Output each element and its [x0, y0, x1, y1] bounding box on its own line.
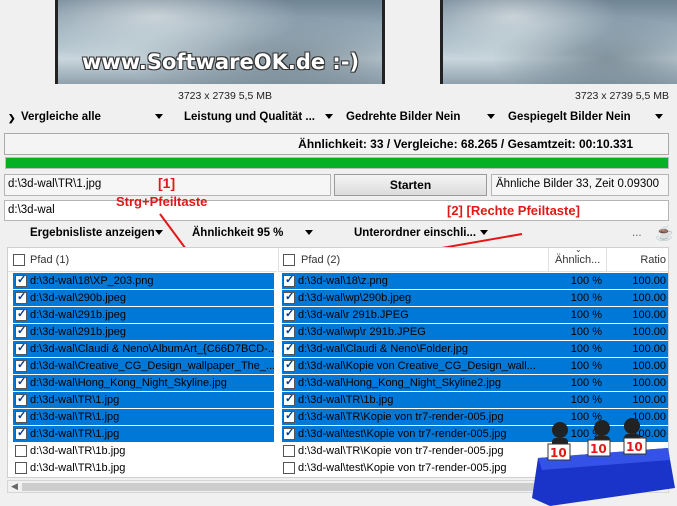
row-checkbox-1[interactable] — [15, 358, 27, 372]
svg-text:10: 10 — [550, 446, 567, 460]
path1-cell: d:\3d-wal\290b.jpeg — [30, 292, 127, 304]
path1-cell: d:\3d-wal\Creative_CG_Design_wallpaper_T… — [30, 360, 274, 372]
sort-arrow-icon: ⌄ — [575, 247, 582, 254]
path1-cell: d:\3d-wal\TR\1.jpg — [30, 394, 120, 406]
path1-cell: d:\3d-wal\18\XP_203.png — [30, 275, 154, 287]
path1-cell: d:\3d-wal\291b.jpeg — [30, 309, 127, 321]
ratio-cell: 100.00 — [632, 309, 666, 321]
similarity-cell: 100 % — [570, 394, 602, 406]
similarity-cell: 100 % — [570, 275, 602, 287]
row-checkbox-2[interactable] — [283, 307, 295, 321]
row-checkbox-2[interactable] — [283, 358, 295, 372]
row-checkbox-1[interactable] — [15, 426, 27, 440]
table-row[interactable]: d:\3d-wal\18\XP_203.png d:\3d-wal\18\z.pn… — [8, 273, 668, 290]
ratio-cell: 100.00 — [632, 275, 666, 287]
path2-cell: d:\3d-wal\18\z.png — [298, 275, 388, 287]
select-all-checkbox-1[interactable] — [13, 254, 25, 266]
scrollbar-thumb[interactable] — [22, 483, 562, 491]
row-checkbox-1[interactable] — [15, 462, 27, 474]
table-row[interactable]: d:\3d-wal\290b.jpeg d:\3d-wal\wp\290b.jpe… — [8, 290, 668, 307]
path1-cell: d:\3d-wal\TR\1.jpg — [30, 411, 120, 423]
path2-cell: d:\3d-wal\wp\r 291b.JPEG — [298, 326, 426, 338]
row-checkbox-2[interactable] — [283, 324, 295, 338]
row-checkbox-2[interactable] — [283, 290, 295, 304]
path1-cell: d:\3d-wal\Claudi & Neno\AlbumArt_{C66D7B… — [30, 343, 274, 355]
similarity-cell: 100 % — [570, 377, 602, 389]
similarity-cell: 100 % — [570, 326, 602, 338]
row-checkbox-2[interactable] — [283, 462, 295, 474]
mascot-logo: 10 10 10 — [532, 418, 675, 506]
similarity-cell: 100 % — [570, 292, 602, 304]
row-checkbox-2[interactable] — [283, 426, 295, 440]
svg-text:10: 10 — [626, 440, 643, 454]
select-all-checkbox-2[interactable] — [283, 254, 295, 266]
ratio-cell: 100.00 — [632, 292, 666, 304]
column-header-similarity[interactable]: Ähnlich... ⌄ — [548, 248, 606, 272]
table-row[interactable]: d:\3d-wal\TR\1.jpg d:\3d-wal\TR\1b.jpg 100… — [8, 392, 668, 409]
path2-cell: d:\3d-wal\r 291b.JPEG — [298, 309, 409, 321]
path2-cell: d:\3d-wal\Hong_Kong_Night_Skyline2.jpg — [298, 377, 502, 389]
path2-cell: d:\3d-wal\test\Kopie von tr7-render-005.… — [298, 462, 507, 474]
column-header-ratio[interactable]: Ratio — [606, 248, 668, 272]
row-checkbox-1[interactable] — [15, 324, 27, 338]
path2-cell: d:\3d-wal\test\Kopie von tr7-render-005.… — [298, 428, 507, 440]
table-row[interactable]: d:\3d-wal\Hong_Kong_Night_Skyline.jpg d:\… — [8, 375, 668, 392]
ratio-cell: 100.00 — [632, 377, 666, 389]
path1-cell: d:\3d-wal\TR\1b.jpg — [30, 462, 126, 474]
path1-cell: d:\3d-wal\TR\1b.jpg — [30, 445, 126, 457]
ratio-cell: 100.00 — [632, 343, 666, 355]
path1-cell: d:\3d-wal\291b.jpeg — [30, 326, 127, 338]
path2-cell: d:\3d-wal\Claudi & Neno\Folder.jpg — [298, 343, 468, 355]
row-checkbox-2[interactable] — [283, 273, 295, 287]
row-checkbox-2[interactable] — [283, 341, 295, 355]
table-row[interactable]: d:\3d-wal\291b.jpeg d:\3d-wal\wp\r 291b.J… — [8, 324, 668, 341]
path2-cell: d:\3d-wal\TR\Kopie von tr7-render-005.jp… — [298, 445, 504, 457]
similarity-cell: 100 % — [570, 360, 602, 372]
path2-cell: d:\3d-wal\Kopie von Creative_CG_Design_w… — [298, 360, 536, 372]
ratio-cell: 100.00 — [632, 326, 666, 338]
column-header-path1[interactable]: Pfad (1) — [8, 248, 277, 272]
row-checkbox-1[interactable] — [15, 445, 27, 457]
row-checkbox-2[interactable] — [283, 409, 295, 423]
scroll-left-icon[interactable]: ◀ — [11, 481, 18, 492]
row-checkbox-1[interactable] — [15, 273, 27, 287]
ratio-cell: 100.00 — [632, 360, 666, 372]
path1-cell: d:\3d-wal\TR\1.jpg — [30, 428, 120, 440]
row-checkbox-2[interactable] — [283, 375, 295, 389]
similarity-cell: 100 % — [570, 343, 602, 355]
path2-cell: d:\3d-wal\TR\1b.jpg — [298, 394, 394, 406]
row-checkbox-1[interactable] — [15, 341, 27, 355]
column-header-path2[interactable]: Pfad (2) — [278, 248, 548, 272]
svg-text:10: 10 — [590, 442, 607, 456]
row-checkbox-1[interactable] — [15, 375, 27, 389]
row-checkbox-1[interactable] — [15, 307, 27, 321]
path2-cell: d:\3d-wal\wp\290b.jpeg — [298, 292, 412, 304]
row-checkbox-2[interactable] — [283, 392, 295, 406]
path2-cell: d:\3d-wal\TR\Kopie von tr7-render-005.jp… — [298, 411, 504, 423]
row-checkbox-1[interactable] — [15, 392, 27, 406]
path1-cell: d:\3d-wal\Hong_Kong_Night_Skyline.jpg — [30, 377, 227, 389]
table-row[interactable]: d:\3d-wal\Claudi & Neno\AlbumArt_{C66D7B… — [8, 341, 668, 358]
row-checkbox-1[interactable] — [15, 409, 27, 423]
ratio-cell: 100.00 — [632, 394, 666, 406]
row-checkbox-1[interactable] — [15, 290, 27, 304]
table-row[interactable]: d:\3d-wal\291b.jpeg d:\3d-wal\r 291b.JPEG… — [8, 307, 668, 324]
table-row[interactable]: d:\3d-wal\Creative_CG_Design_wallpaper_T… — [8, 358, 668, 375]
row-checkbox-2[interactable] — [283, 445, 295, 457]
similarity-cell: 100 % — [570, 309, 602, 321]
